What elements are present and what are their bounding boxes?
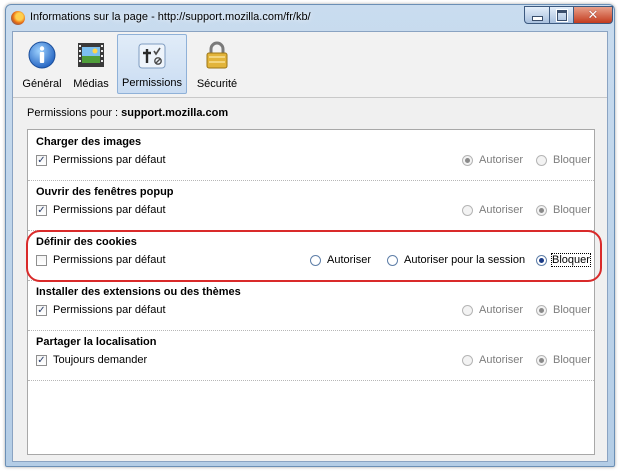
allow-label: Autoriser <box>479 304 524 316</box>
group-title: Charger des images <box>36 136 142 148</box>
group-cookies: Définir des cookies Permissions par défa… <box>28 230 594 281</box>
default-checkbox-label: Permissions par défaut <box>53 304 166 316</box>
tab-permissions[interactable]: Permissions <box>117 34 187 94</box>
allow-label: Autoriser <box>479 154 524 166</box>
tab-security-label: Sécurité <box>196 78 238 90</box>
allow-label: Autoriser <box>479 354 524 366</box>
allow-radio[interactable] <box>462 355 473 366</box>
allow-session-radio[interactable] <box>387 255 398 266</box>
group-title: Définir des cookies <box>36 236 137 248</box>
permissions-list: Charger des images ✓ Permissions par déf… <box>27 129 595 455</box>
default-checkbox[interactable]: ✓ <box>36 305 47 316</box>
default-checkbox[interactable]: ✓ <box>36 205 47 216</box>
allow-radio[interactable] <box>310 255 321 266</box>
always-ask-label: Toujours demander <box>53 354 148 366</box>
block-label: Bloquer <box>553 354 591 366</box>
minimize-button[interactable] <box>524 6 550 24</box>
tab-media-label: Médias <box>73 78 109 90</box>
block-radio[interactable] <box>536 355 547 366</box>
close-icon: ✕ <box>587 7 599 22</box>
block-label: Bloquer <box>553 304 591 316</box>
block-label: Bloquer <box>553 204 591 216</box>
default-checkbox-label: Permissions par défaut <box>53 154 166 166</box>
allow-radio[interactable] <box>462 305 473 316</box>
block-radio[interactable] <box>536 305 547 316</box>
permissions-for-label: Permissions pour : <box>27 107 119 119</box>
tab-general-label: Général <box>22 78 62 90</box>
allow-radio[interactable] <box>462 155 473 166</box>
tab-security[interactable]: Sécurité <box>189 34 245 94</box>
tab-permissions-label: Permissions <box>122 77 182 89</box>
tab-media[interactable]: Médias <box>67 34 115 94</box>
default-checkbox-label: Permissions par défaut <box>53 254 166 266</box>
default-checkbox-label: Permissions par défaut <box>53 204 166 216</box>
media-icon <box>78 43 104 67</box>
permissions-header: Permissions pour : support.mozilla.com <box>27 107 228 119</box>
group-geolocation: Partager la localisation ✓ Toujours dema… <box>28 330 594 381</box>
permissions-icon <box>138 43 166 69</box>
page-info-window: Informations sur la page - http://suppor… <box>5 4 615 467</box>
padlock-icon <box>206 41 228 69</box>
always-ask-checkbox[interactable]: ✓ <box>36 355 47 366</box>
info-icon <box>28 41 56 69</box>
window-title: Informations sur la page - http://suppor… <box>30 11 311 23</box>
site-name: support.mozilla.com <box>121 107 229 119</box>
minimize-icon <box>531 15 543 21</box>
group-extensions: Installer des extensions ou des thèmes ✓… <box>28 280 594 331</box>
block-radio[interactable] <box>536 255 547 266</box>
default-checkbox[interactable]: ✓ <box>36 155 47 166</box>
group-title: Ouvrir des fenêtres popup <box>36 186 174 198</box>
allow-label: Autoriser <box>479 204 524 216</box>
close-button[interactable]: ✕ <box>573 6 613 24</box>
allow-label: Autoriser <box>327 254 372 266</box>
block-label: Bloquer <box>551 253 591 267</box>
title-bar[interactable]: Informations sur la page - http://suppor… <box>6 5 614 31</box>
firefox-icon <box>11 11 25 25</box>
maximize-button[interactable] <box>549 6 574 24</box>
group-title: Installer des extensions ou des thèmes <box>36 286 241 298</box>
group-popups: Ouvrir des fenêtres popup ✓ Permissions … <box>28 180 594 231</box>
allow-session-label: Autoriser pour la session <box>404 254 526 266</box>
block-radio[interactable] <box>536 155 547 166</box>
group-images: Charger des images ✓ Permissions par déf… <box>28 130 594 181</box>
allow-radio[interactable] <box>462 205 473 216</box>
block-label: Bloquer <box>553 154 591 166</box>
default-checkbox[interactable] <box>36 255 47 266</box>
tab-toolbar: Général Médias Permissions Sécurité <box>13 32 607 98</box>
dialog-content: Général Médias Permissions Sécurité Perm… <box>12 31 608 462</box>
group-title: Partager la localisation <box>36 336 157 348</box>
block-radio[interactable] <box>536 205 547 216</box>
tab-general[interactable]: Général <box>17 34 67 94</box>
maximize-icon <box>555 8 568 22</box>
